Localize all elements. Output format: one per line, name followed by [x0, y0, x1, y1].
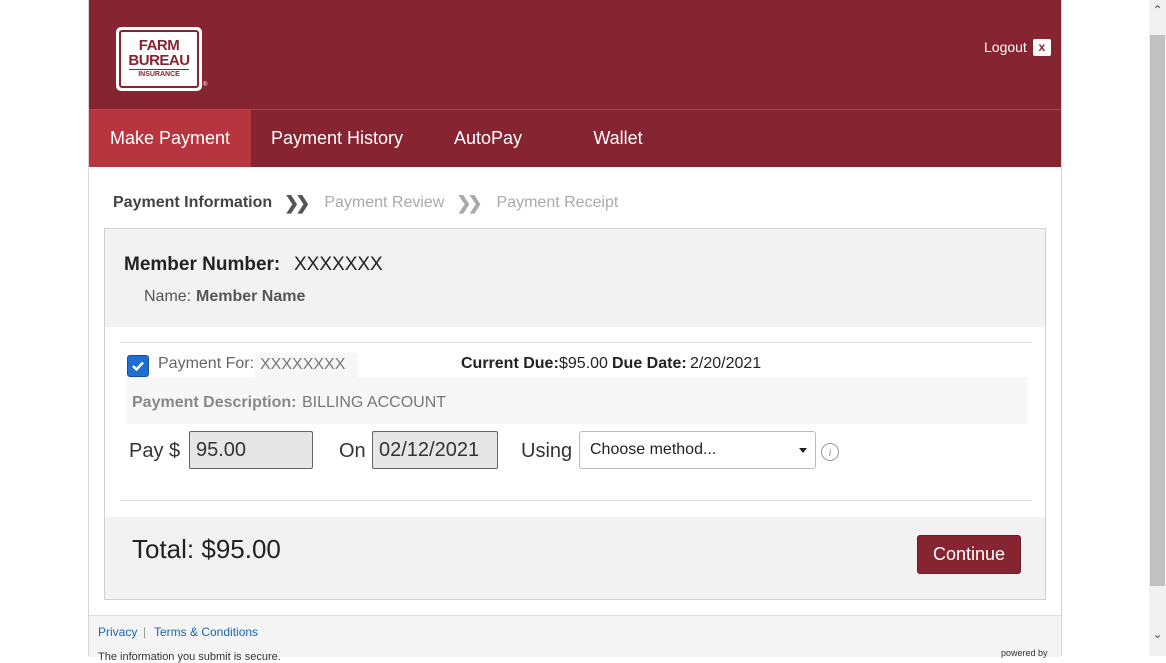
tab-wallet[interactable]: Wallet: [553, 110, 683, 167]
header: FARM BUREAU INSURANCE ® Logout x: [89, 0, 1061, 110]
logo-text-bureau: BUREAU: [128, 52, 190, 69]
step-payment-review: Payment Review: [324, 194, 445, 211]
member-number-value: XXXXXXX: [294, 254, 383, 275]
step-payment-information: Payment Information: [113, 194, 273, 211]
member-name-label: Name:: [144, 288, 192, 305]
double-chevron-icon: ❯❯: [456, 193, 482, 213]
scroll-thumb[interactable]: [1150, 35, 1165, 586]
main-nav: Make Payment Payment History AutoPay Wal…: [89, 110, 1061, 167]
farm-bureau-logo[interactable]: FARM BUREAU INSURANCE: [116, 27, 202, 91]
close-icon: x: [1032, 38, 1051, 56]
tab-autopay[interactable]: AutoPay: [423, 110, 553, 167]
total-row: Total: $95.00 Continue: [105, 517, 1045, 599]
payment-card: Member Number: XXXXXXX Name: Member Name…: [104, 228, 1046, 600]
pay-date-input[interactable]: [372, 431, 498, 469]
payment-for-value: XXXXXXXX: [255, 353, 358, 377]
chevron-down-icon: [799, 448, 807, 453]
tab-payment-history[interactable]: Payment History: [251, 110, 423, 167]
logout-button[interactable]: Logout x: [984, 38, 1051, 56]
due-date-value: 2/20/2021: [690, 355, 762, 372]
tab-make-payment[interactable]: Make Payment: [89, 110, 251, 167]
member-info: Member Number: XXXXXXX Name: Member Name: [105, 229, 1045, 327]
pay-amount-label: Pay $: [129, 440, 181, 462]
double-chevron-icon: ❯❯: [284, 193, 310, 213]
current-due-label: Current Due:: [461, 355, 559, 372]
current-due-value: $95.00: [559, 355, 608, 372]
terms-link[interactable]: Terms & Conditions: [154, 625, 258, 639]
step-payment-receipt: Payment Receipt: [496, 194, 619, 211]
pay-amount-input[interactable]: [189, 431, 313, 469]
payment-for-checkbox[interactable]: [127, 355, 149, 377]
total-amount: Total: $95.00: [132, 534, 281, 564]
payment-description-label: Payment Description:: [132, 394, 297, 411]
pay-date-label: On: [339, 440, 366, 462]
footer: Privacy | Terms & Conditions The informa…: [89, 615, 1061, 663]
secure-notice: The information you submit is secure.: [98, 651, 281, 663]
payment-method-select[interactable]: Choose method...: [579, 431, 816, 469]
divider: [120, 500, 1032, 501]
payment-method-value: Choose method...: [590, 441, 717, 458]
member-number-label: Member Number:: [124, 254, 281, 275]
payment-method-label: Using: [521, 440, 573, 462]
logo-border: FARM BUREAU INSURANCE: [119, 30, 199, 88]
progress-steps: Payment Information ❯❯ Payment Review ❯❯…: [113, 193, 618, 213]
info-icon[interactable]: i: [821, 443, 839, 461]
payment-description-row: Payment Description: BILLING ACCOUNT: [126, 377, 1028, 424]
footer-separator: |: [143, 625, 147, 639]
powered-by-text: powered by: [1001, 648, 1048, 658]
checkmark-icon: [132, 361, 144, 372]
logout-label: Logout: [984, 39, 1027, 55]
page-scrollbar[interactable]: ⌃ ⌄: [1149, 0, 1166, 656]
continue-button[interactable]: Continue: [917, 535, 1021, 574]
logo-text-farm: FARM: [138, 37, 180, 54]
privacy-link[interactable]: Privacy: [98, 625, 137, 639]
member-name-value: Member Name: [196, 288, 306, 305]
registered-mark: ®: [203, 82, 208, 88]
scroll-up-icon[interactable]: ⌃: [1149, 2, 1166, 19]
page-frame: FARM BUREAU INSURANCE ® Logout x Make Pa…: [88, 0, 1062, 663]
scroll-down-icon[interactable]: ⌄: [1149, 626, 1166, 643]
payment-description-value: BILLING ACCOUNT: [302, 394, 447, 411]
payment-for-label: Payment For:: [158, 355, 255, 372]
logo-text-insurance: INSURANCE: [129, 69, 189, 79]
divider: [120, 342, 1032, 343]
due-date-label: Due Date:: [612, 355, 687, 372]
